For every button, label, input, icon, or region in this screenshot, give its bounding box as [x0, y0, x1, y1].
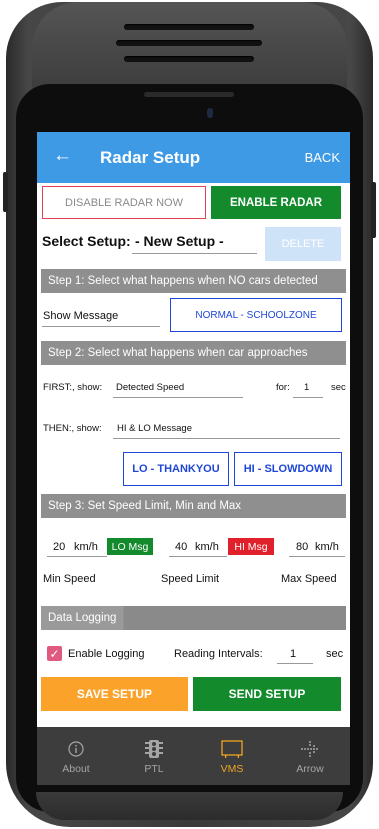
max-speed-underline: [289, 556, 345, 557]
lo-msg-badge: LO Msg: [107, 538, 153, 555]
nav-item-ptl[interactable]: PTL: [115, 727, 193, 785]
enable-radar-button[interactable]: ENABLE RADAR: [211, 186, 341, 219]
nav-item-arrow[interactable]: Arrow: [271, 727, 349, 785]
select-setup-label: Select Setup:: [42, 233, 131, 249]
page-title: Radar Setup: [100, 148, 201, 167]
arrow-board-icon: [300, 738, 320, 760]
side-button: [3, 172, 8, 212]
traffic-light-icon: [145, 738, 163, 760]
first-show-dropdown[interactable]: Detected Speed: [116, 382, 184, 393]
first-show-label: FIRST:, show:: [43, 382, 103, 393]
max-speed-label: Max Speed: [281, 573, 337, 585]
step1-action-underline: [42, 326, 160, 327]
enable-logging-checkbox[interactable]: ✓: [47, 646, 62, 661]
reading-interval-input[interactable]: 1: [290, 648, 296, 660]
speed-limit-unit: km/h: [195, 541, 219, 553]
send-setup-button[interactable]: SEND SETUP: [193, 677, 341, 711]
speaker-grille: [124, 56, 254, 62]
hi-message-button[interactable]: HI - SLOWDOWN: [234, 452, 342, 486]
max-speed-input[interactable]: 80: [296, 541, 308, 553]
speed-limit-label: Speed Limit: [161, 573, 220, 585]
setup-dropdown[interactable]: - New Setup -: [135, 233, 224, 249]
lo-message-button[interactable]: LO - THANKYOU: [123, 452, 229, 486]
enable-logging-label: Enable Logging: [68, 648, 145, 660]
app-bar: ← Radar Setup BACK: [37, 132, 350, 183]
speaker-grille: [124, 24, 254, 30]
for-label: for:: [276, 382, 290, 393]
info-icon: [68, 738, 84, 760]
nav-label-ptl: PTL: [144, 762, 164, 775]
step1-message-button[interactable]: NORMAL - SCHOOLZONE: [170, 298, 342, 332]
max-speed-unit: km/h: [315, 541, 339, 553]
then-show-underline: [113, 438, 340, 439]
nav-label-arrow: Arrow: [296, 762, 324, 775]
speed-limit-input[interactable]: 40: [175, 541, 187, 553]
side-button: [371, 182, 376, 238]
reading-interval-label: Reading Intervals:: [174, 648, 263, 660]
setup-underline: [132, 253, 257, 254]
nav-label-vms: VMS: [220, 762, 244, 775]
step1-header: Step 1: Select what happens when NO cars…: [41, 269, 346, 293]
earpiece: [144, 92, 234, 97]
min-speed-underline: [47, 556, 107, 557]
front-camera: [207, 108, 213, 118]
speaker-grille: [116, 40, 262, 46]
back-arrow-icon[interactable]: ←: [53, 146, 72, 166]
delete-button[interactable]: DELETE: [265, 227, 341, 261]
reading-interval-underline: [277, 663, 313, 664]
back-button[interactable]: BACK: [305, 150, 340, 165]
step1-action-dropdown[interactable]: Show Message: [43, 310, 118, 322]
step3-header: Step 3: Set Speed Limit, Min and Max: [41, 494, 346, 518]
for-unit: sec: [331, 382, 346, 393]
hi-msg-badge: HI Msg: [228, 538, 274, 555]
bottom-navigation: About PTL VMS Arrow: [37, 727, 350, 785]
save-setup-button[interactable]: SAVE SETUP: [41, 677, 188, 711]
for-seconds-underline: [293, 397, 323, 398]
nav-item-vms[interactable]: VMS: [193, 727, 271, 785]
speed-limit-underline: [169, 556, 227, 557]
data-logging-header: Data Logging: [41, 606, 346, 630]
min-speed-label: Min Speed: [43, 573, 96, 585]
phone-bottom: [36, 792, 343, 820]
app-screen: ← Radar Setup BACK DISABLE RADAR NOW ENA…: [37, 132, 350, 785]
disable-radar-button[interactable]: DISABLE RADAR NOW: [42, 186, 206, 219]
step2-header: Step 2: Select what happens when car app…: [41, 341, 346, 365]
first-show-underline: [113, 397, 243, 398]
min-speed-input[interactable]: 20: [53, 541, 65, 553]
reading-interval-unit: sec: [326, 648, 344, 660]
then-show-label: THEN:, show:: [43, 423, 102, 434]
for-seconds-input[interactable]: 1: [304, 382, 309, 393]
min-speed-unit: km/h: [74, 541, 98, 553]
sign-board-icon: [221, 738, 243, 760]
nav-item-about[interactable]: About: [37, 727, 115, 785]
nav-label-about: About: [62, 762, 90, 775]
then-show-dropdown[interactable]: HI & LO Message: [117, 423, 192, 434]
